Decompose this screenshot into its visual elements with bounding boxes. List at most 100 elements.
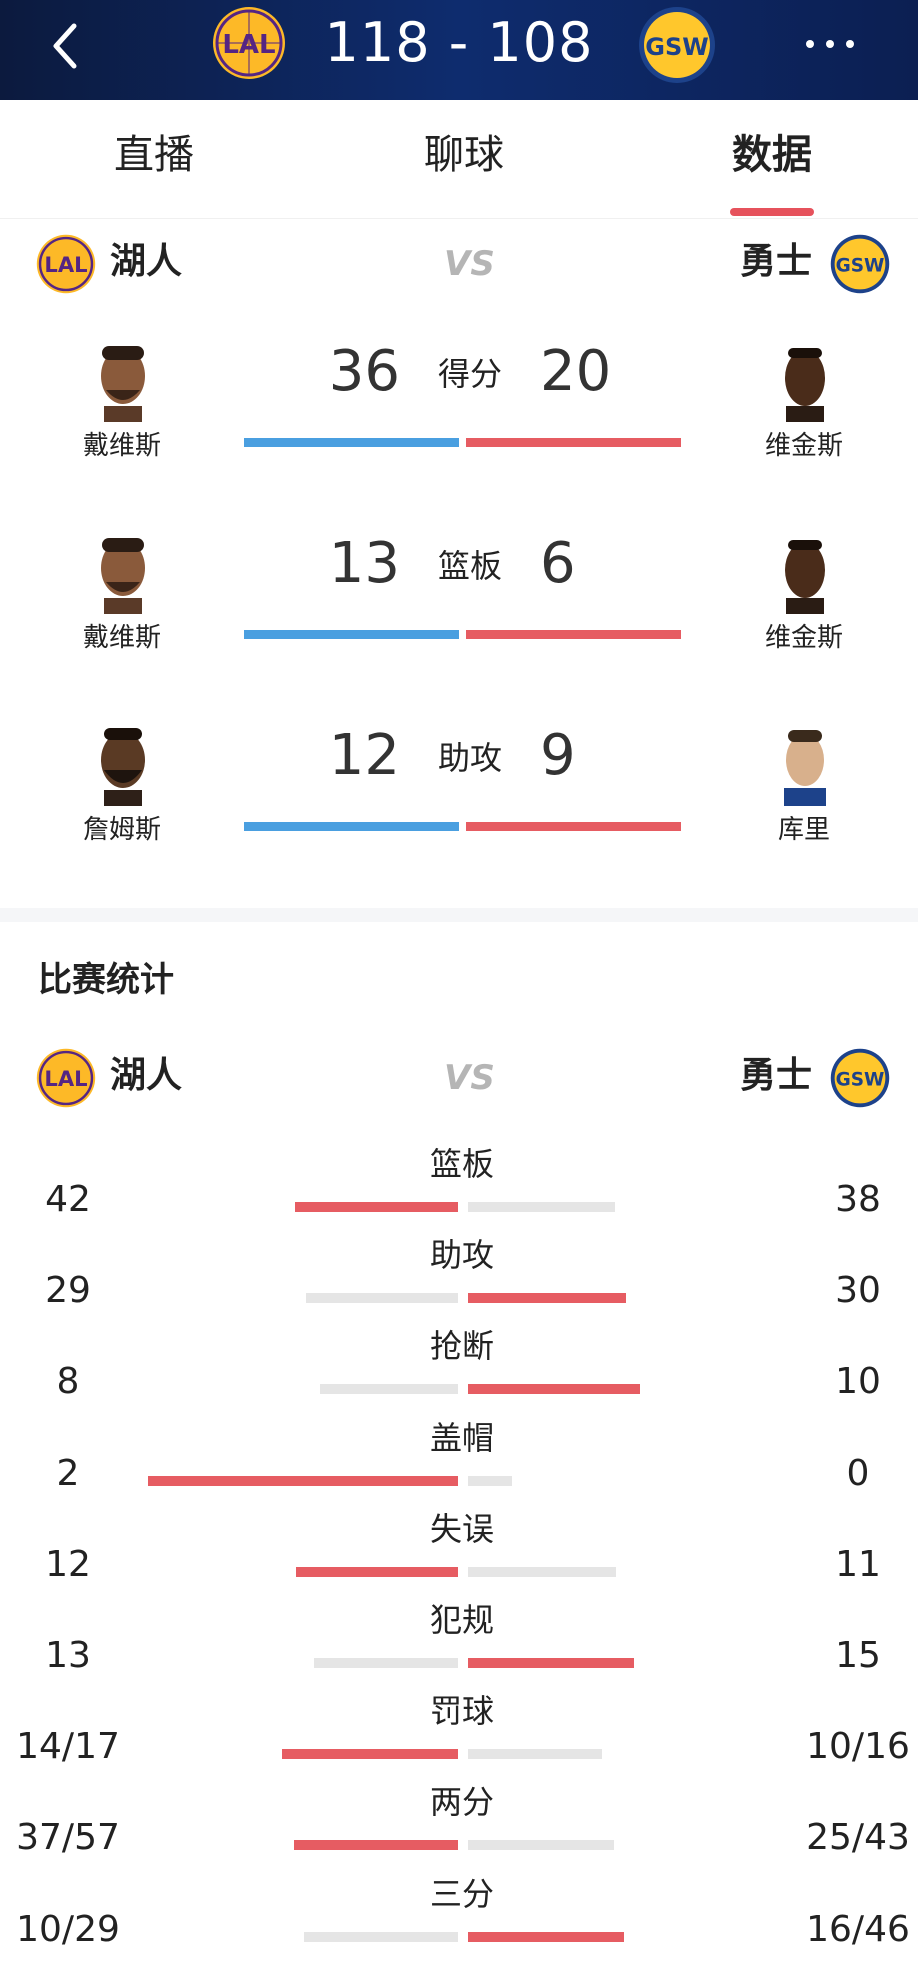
away-stat-value: 0 <box>846 1452 870 1494</box>
active-tab-indicator <box>730 208 814 216</box>
away-stat-value: 30 <box>835 1270 881 1312</box>
warriors-logo-small: GSW <box>830 234 890 294</box>
home-player-avatar <box>92 532 154 614</box>
home-stat-bar <box>304 1931 458 1942</box>
more-button[interactable] <box>800 26 860 56</box>
lakers-logo: LAL <box>212 6 286 80</box>
stat-label: 失误 <box>429 1509 494 1548</box>
stat-row: 三分 10/29 16/46 <box>0 1874 918 1965</box>
stat-label: 篮板 <box>429 1145 494 1183</box>
back-button[interactable] <box>44 14 94 74</box>
stat-label: 两分 <box>429 1783 494 1822</box>
home-leader-bar <box>244 822 459 831</box>
home-player-avatar <box>92 340 154 422</box>
away-stat-value: 16/46 <box>806 1908 910 1950</box>
away-stat-value: 25/43 <box>806 1817 910 1859</box>
away-stat-bar <box>468 1840 614 1851</box>
tab-data[interactable]: 数据 <box>682 130 862 180</box>
home-stat-value: 42 <box>45 1179 91 1220</box>
away-stat-bar <box>468 1566 616 1577</box>
stat-label: 助攻 <box>429 1236 494 1275</box>
away-stat-bar <box>468 1202 615 1212</box>
stat-row: 失误 12 11 <box>0 1509 918 1600</box>
home-player-name: 戴维斯 <box>82 623 161 653</box>
away-leader-value: 6 <box>540 531 576 596</box>
away-leader-bar <box>466 822 681 831</box>
away-stat-bar <box>468 1384 640 1395</box>
away-stat-value: 15 <box>835 1635 881 1676</box>
leader-rebounds[interactable]: 戴维斯 13 篮板 6 维金斯 <box>0 522 918 692</box>
home-player-avatar <box>92 724 154 806</box>
away-team-name: 勇士 <box>740 241 813 282</box>
svg-text:LAL: LAL <box>222 30 275 60</box>
home-stat-bar <box>320 1384 458 1395</box>
leader-category: 篮板 <box>437 547 502 585</box>
stat-label: 盖帽 <box>429 1418 494 1457</box>
stat-label: 抢断 <box>429 1327 494 1366</box>
away-stat-bar <box>468 1931 624 1942</box>
stat-label: 三分 <box>429 1874 494 1913</box>
stat-row: 罚球 14/17 10/16 <box>0 1691 918 1782</box>
tab-live[interactable]: 直播 <box>64 130 244 180</box>
stat-row: 犯规 13 15 <box>0 1600 918 1691</box>
home-leader-value: 12 <box>328 723 400 788</box>
away-leader-value: 20 <box>540 339 612 404</box>
away-stat-value: 10/16 <box>806 1726 910 1768</box>
away-stat-value: 38 <box>835 1179 881 1220</box>
home-stat-bar <box>296 1566 458 1577</box>
home-stat-value: 37/57 <box>16 1817 120 1859</box>
home-stat-bar <box>295 1202 458 1212</box>
stat-row: 助攻 29 30 <box>0 1235 918 1326</box>
svg-text:LAL: LAL <box>44 1066 87 1091</box>
team-header-leaders: LAL 湖人 VS 勇士 GSW <box>0 228 918 298</box>
warriors-logo: GSW <box>638 6 716 84</box>
lakers-logo-small: LAL <box>36 1048 96 1108</box>
team-header-stats: LAL 湖人 VS 勇士 GSW <box>0 1042 918 1112</box>
away-player-name: 维金斯 <box>764 623 843 653</box>
stat-label: 犯规 <box>429 1601 494 1639</box>
home-stat-bar <box>282 1749 458 1760</box>
leader-points[interactable]: 戴维斯 36 得分 20 维金斯 <box>0 330 918 500</box>
home-leader-bar <box>244 630 459 639</box>
home-team-name: 湖人 <box>110 241 183 282</box>
leader-assists[interactable]: 詹姆斯 12 助攻 9 库里 <box>0 714 918 884</box>
stat-row: 盖帽 2 0 <box>0 1418 918 1509</box>
svg-text:GSW: GSW <box>645 33 708 61</box>
tab-chat[interactable]: 聊球 <box>374 130 554 180</box>
away-leader-bar <box>466 630 681 639</box>
away-player-name: 维金斯 <box>764 431 843 461</box>
home-stat-value: 13 <box>45 1635 91 1676</box>
away-leader-bar <box>466 438 681 447</box>
home-stat-value: 8 <box>56 1361 80 1403</box>
home-stat-value: 10/29 <box>16 1908 120 1950</box>
away-leader-value: 9 <box>540 723 576 788</box>
home-stat-value: 14/17 <box>16 1726 120 1768</box>
section-divider <box>0 908 918 922</box>
home-stat-value: 12 <box>45 1543 91 1585</box>
away-stat-value: 10 <box>835 1361 881 1403</box>
home-leader-bar <box>244 438 459 447</box>
home-stat-bar <box>306 1293 458 1304</box>
home-team-name: 湖人 <box>110 1055 183 1096</box>
away-player-avatar <box>774 724 836 806</box>
away-stat-value: 11 <box>835 1543 881 1585</box>
warriors-logo-small: GSW <box>830 1048 890 1108</box>
home-player-name: 戴维斯 <box>82 431 161 461</box>
scoreboard-header: LAL 118 - 108 GSW <box>0 0 918 100</box>
stat-label: 罚球 <box>429 1692 494 1731</box>
vs-label: VS <box>444 1058 495 1098</box>
home-leader-value: 36 <box>328 339 400 404</box>
vs-label: VS <box>444 244 495 284</box>
away-stat-bar <box>468 1658 634 1668</box>
home-player-name: 詹姆斯 <box>82 815 161 845</box>
lakers-logo-small: LAL <box>36 234 96 294</box>
home-stat-bar <box>314 1658 458 1668</box>
game-score: 118 - 108 <box>324 11 594 74</box>
svg-text:LAL: LAL <box>44 252 87 277</box>
leader-category: 得分 <box>437 355 502 393</box>
stat-row: 抢断 8 10 <box>0 1326 918 1417</box>
away-stat-bar <box>468 1293 626 1304</box>
stat-row: 两分 37/57 25/43 <box>0 1782 918 1873</box>
svg-text:GSW: GSW <box>836 1070 885 1091</box>
away-player-name: 库里 <box>777 815 830 845</box>
